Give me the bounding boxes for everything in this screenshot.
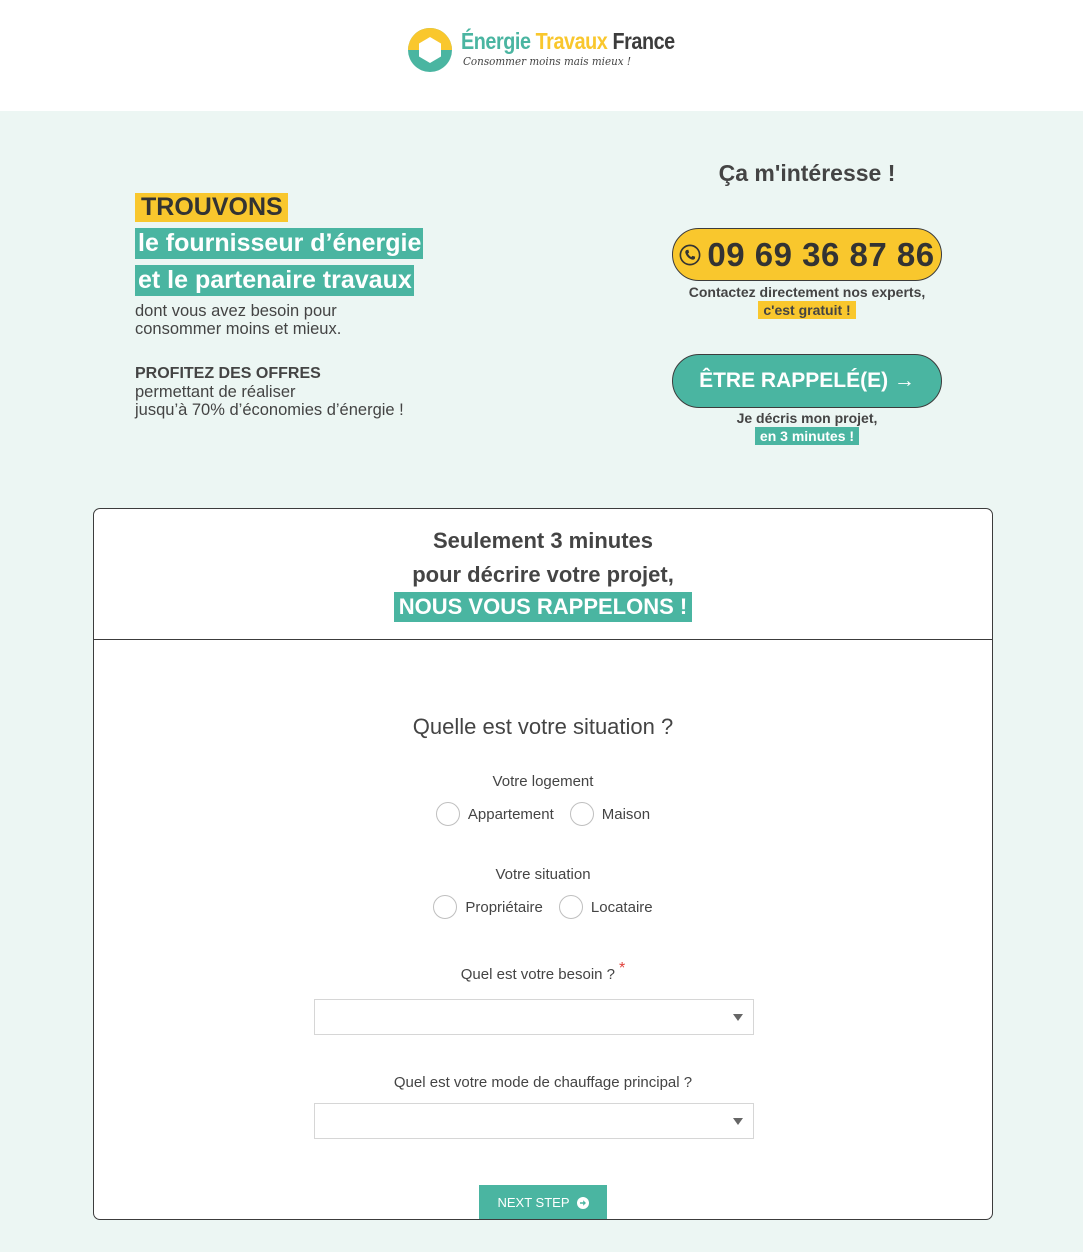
required-asterisk: *: [619, 960, 626, 977]
question-title: Quelle est votre situation ?: [412, 714, 674, 739]
project-form-card: Seulement 3 minutes pour décrire votre p…: [93, 508, 993, 1220]
need-select[interactable]: [314, 999, 754, 1035]
radio-maison[interactable]: Maison: [569, 802, 650, 826]
duration-badge: en 3 minutes !: [754, 427, 860, 445]
radio-circle[interactable]: [433, 895, 458, 919]
callback-button[interactable]: ÊTRE RAPPELÉ(E) →: [672, 354, 942, 408]
caret-down-icon: [733, 1118, 743, 1125]
caret-down-icon: [733, 1014, 743, 1021]
heating-label: Quel est votre mode de chauffage princip…: [393, 1074, 693, 1091]
radio-circle[interactable]: [435, 802, 460, 826]
need-label: Quel est votre besoin ? *: [460, 960, 626, 983]
site-header: Énergie Travaux France Consommer moins m…: [0, 0, 1083, 111]
radio-circle[interactable]: [569, 802, 594, 826]
situation-label: Votre situation: [495, 866, 591, 883]
brand-tagline: Consommer moins mais mieux !: [463, 54, 632, 68]
radio-locataire[interactable]: Locataire: [558, 895, 653, 919]
hero-pitch: TROUVONS le fournisseur d’énergie et le …: [135, 193, 475, 419]
radio-circle[interactable]: [558, 895, 583, 919]
next-step-button[interactable]: NEXT STEP: [479, 1185, 607, 1219]
situation-radio-group: Propriétaire Locataire: [94, 895, 992, 919]
hero-highlight-green-2: et le partenaire travaux: [135, 265, 414, 296]
form-header-highlight: NOUS VOUS RAPPELONS !: [393, 592, 693, 622]
form-header-line-1: Seulement 3 minutes: [432, 528, 654, 553]
form-header: Seulement 3 minutes pour décrire votre p…: [94, 509, 992, 640]
arrow-circle-right-icon: [576, 1197, 589, 1209]
housing-radio-group: Appartement Maison: [94, 802, 992, 826]
hero-description: dont vous avez besoin pour consommer moi…: [135, 302, 342, 338]
phone-icon: [679, 244, 701, 265]
call-phone-button[interactable]: 09 69 36 87 86: [672, 228, 942, 281]
hero-highlight-yellow: TROUVONS: [135, 193, 288, 222]
housing-label: Votre logement: [492, 773, 594, 790]
next-step-label: NEXT STEP: [497, 1195, 570, 1210]
logo-hexagon-icon: [408, 28, 452, 72]
cta-title: Ça m'intéresse !: [718, 160, 896, 186]
callback-caption: Je décris mon projet, en 3 minutes !: [736, 410, 878, 445]
offers-title: PROFITEZ DES OFFRES: [135, 365, 321, 382]
phone-caption: Contactez directement nos experts, c'est…: [688, 284, 926, 319]
brand-name: Énergie Travaux France: [461, 28, 675, 54]
hero-highlight-green-1: le fournisseur d’énergie: [135, 228, 424, 259]
phone-number: 09 69 36 87 86: [707, 235, 935, 273]
free-badge: c'est gratuit !: [758, 301, 856, 319]
brand-logo[interactable]: Énergie Travaux France Consommer moins m…: [407, 26, 687, 76]
form-header-line-2: pour décrire votre projet,: [412, 562, 674, 587]
offers-text: permettant de réaliser jusqu’à 70% d’éco…: [135, 383, 404, 419]
radio-appartement[interactable]: Appartement: [435, 802, 554, 826]
radio-proprietaire[interactable]: Propriétaire: [433, 895, 543, 919]
heating-select[interactable]: [314, 1103, 754, 1139]
